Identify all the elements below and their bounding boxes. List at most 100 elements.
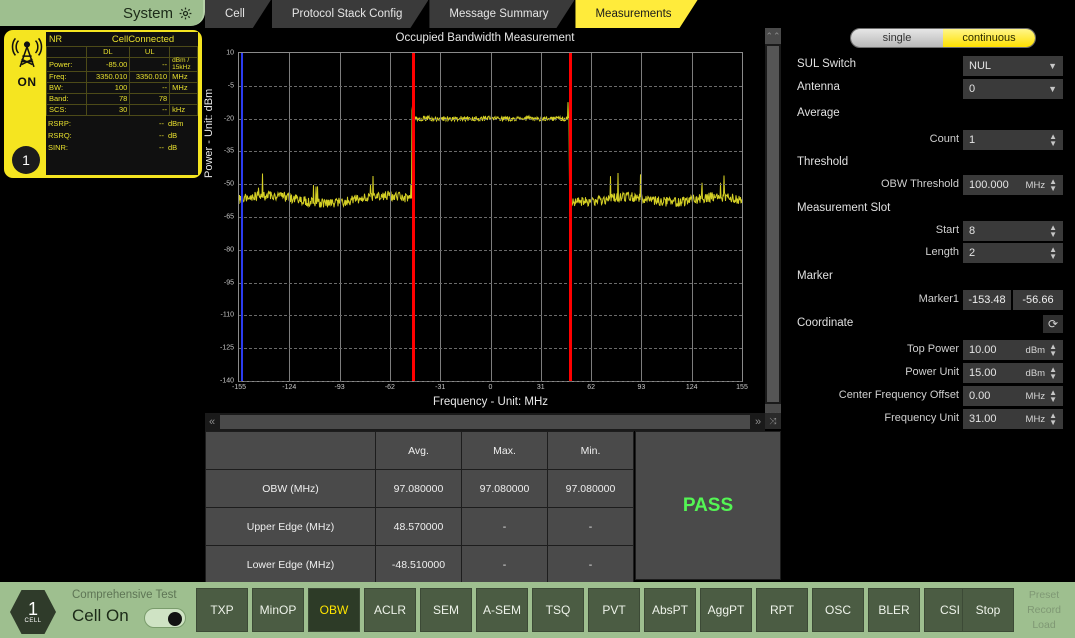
upper-edge-marker[interactable] [569,53,573,381]
tab-protocol-stack-config[interactable]: Protocol Stack Config [272,0,429,28]
system-button[interactable]: System [0,0,205,26]
measurement-mode-toggle[interactable]: single continuous [850,28,1036,48]
record-button[interactable]: Record [1018,603,1070,618]
x-tick-label: 93 [637,384,646,391]
results-horizontal-scrollbar[interactable]: « » [205,413,765,431]
spinner-icon[interactable]: ▲ ▼ [1049,245,1057,260]
tab-message-summary[interactable]: Message Summary [429,0,574,28]
test-button-bler[interactable]: BLER [868,588,920,632]
count-label: Count [929,133,959,145]
test-button-obw[interactable]: OBW [308,588,360,632]
nr-foot-unit: dBm [168,118,184,128]
test-button-aclr[interactable]: ACLR [364,588,416,632]
test-button-rpt[interactable]: RPT [756,588,808,632]
spinner-icon[interactable]: ▲ ▼ [1049,365,1057,380]
mode-single-option[interactable]: single [851,29,943,47]
antenna-select[interactable]: 0 ▼ [963,79,1063,99]
spinner-icon[interactable]: ▲ ▼ [1049,177,1057,192]
marker1[interactable] [241,53,244,381]
power-unit-input[interactable]: 15.00 dBm ▲ ▼ [963,363,1063,383]
start-stepper[interactable]: 8 ▲ ▼ [963,221,1063,241]
nr-row-name: BW: [46,82,87,94]
marker1-row: Marker1 -153.48 -56.66 [781,290,1075,312]
count-value: 1 [969,134,976,146]
spinner-icon[interactable]: ▲ ▼ [1049,388,1057,403]
refresh-icon[interactable]: ⟳ [1043,315,1063,333]
spinner-icon[interactable]: ▲ ▼ [1049,132,1057,147]
lower-edge-marker[interactable] [411,53,415,381]
center-frequency-offset-input[interactable]: 0.00 MHz ▲ ▼ [963,386,1063,406]
nr-col-ul: UL [129,46,171,58]
grid-line-horizontal [239,184,742,186]
test-button-txp[interactable]: TXP [196,588,248,632]
test-button-sem[interactable]: SEM [420,588,472,632]
frequency-unit-input[interactable]: 31.00 MHz ▲ ▼ [963,409,1063,429]
test-button-a-sem[interactable]: A-SEM [476,588,528,632]
sul-switch-select[interactable]: NUL ▼ [963,56,1063,76]
top-power-unit: dBm [1025,344,1046,356]
test-button-tsq[interactable]: TSQ [532,588,584,632]
nr-row-name: Power: [46,57,87,72]
chevron-down-icon: ▼ [1048,61,1057,71]
spinner-icon[interactable]: ▲ ▼ [1049,411,1057,426]
marker1-label: Marker1 [918,293,959,305]
cell-on-toggle[interactable] [144,608,186,628]
scrollbar-thumb[interactable] [767,46,779,402]
table-row: Upper Edge (MHz) 48.570000 - - [205,507,634,546]
test-buttons-group: TXP MinOP OBW ACLR SEM A-SEM TSQ PVT AbsPT AggPT R… [196,588,976,632]
tab-measurements[interactable]: Measurements [575,0,697,28]
load-button[interactable]: Load [1018,618,1070,633]
tab-cell[interactable]: Cell [205,0,271,28]
grid-line-horizontal [239,217,742,218]
coordinate-section: Coordinate ⟳ [781,315,1075,337]
chart-plot-area[interactable] [238,52,743,382]
top-power-row: Top Power 10.00 dBm ▲ ▼ [781,340,1075,362]
double-chevron-right-icon[interactable]: » [751,416,765,428]
measurement-settings-panel: single continuous SUL Switch NUL ▼ Anten… [781,28,1075,580]
grid-line-horizontal [239,151,742,153]
obw-threshold-unit: MHz [1025,179,1046,191]
preset-button[interactable]: Preset [1018,588,1070,603]
chart-vertical-scrollbar[interactable]: ⌃⌃ ⌄⌄ [765,28,781,420]
cell-on-label: Cell On [72,606,129,625]
cell-selector-badge[interactable]: 1 CELL [10,590,56,634]
marker1-x-value[interactable]: -153.48 [963,290,1011,310]
measurement-slot-section-label: Measurement Slot [797,202,891,214]
nr-row-bw: BW: 100 -- MHz [46,82,198,94]
test-button-pvt[interactable]: PVT [588,588,640,632]
mode-continuous-option[interactable]: continuous [943,29,1035,47]
spinner-icon[interactable]: ▲ ▼ [1049,223,1057,238]
test-button-abspt[interactable]: AbsPT [644,588,696,632]
nr-row-dl: 78 [85,93,131,105]
cell-tower-icon: ON [8,36,46,89]
top-power-input[interactable]: 10.00 dBm ▲ ▼ [963,340,1063,360]
frequency-unit-label: Frequency Unit [884,412,959,424]
length-stepper[interactable]: 2 ▲ ▼ [963,243,1063,263]
spinner-icon[interactable]: ▲ ▼ [1049,342,1057,357]
count-stepper[interactable]: 1 ▲ ▼ [963,130,1063,150]
top-power-label: Top Power [907,343,959,355]
coordinate-section-label: Coordinate [797,317,854,329]
collapse-icon[interactable]: ⤨ [765,413,781,429]
test-button-osc[interactable]: OSC [812,588,864,632]
y-tick-label: -65 [223,213,234,221]
threshold-section: Threshold [781,154,1075,176]
marker-section: Marker [781,268,1075,290]
double-chevron-up-icon[interactable]: ⌃⌃ [765,28,781,44]
count-row: Count 1 ▲ ▼ [781,130,1075,152]
scrollbar-thumb[interactable] [220,415,750,429]
grid-line-horizontal [239,348,742,350]
test-button-aggpt[interactable]: AggPT [700,588,752,632]
obw-threshold-input[interactable]: 100.000 MHz ▲ ▼ [963,175,1063,195]
tab-label: Protocol Stack Config [291,8,403,20]
test-button-minop[interactable]: MinOP [252,588,304,632]
measurement-slot-section: Measurement Slot [781,200,1075,222]
stop-button[interactable]: Stop [962,588,1014,632]
nr-row-ul: 3350.010 [129,71,171,83]
grid-line-horizontal [239,282,742,284]
nr-foot-name: SINR: [48,142,69,152]
double-chevron-left-icon[interactable]: « [205,416,219,428]
y-tick-label: -35 [223,147,234,155]
marker-section-label: Marker [797,270,833,282]
marker1-y-value[interactable]: -56.66 [1013,290,1063,310]
